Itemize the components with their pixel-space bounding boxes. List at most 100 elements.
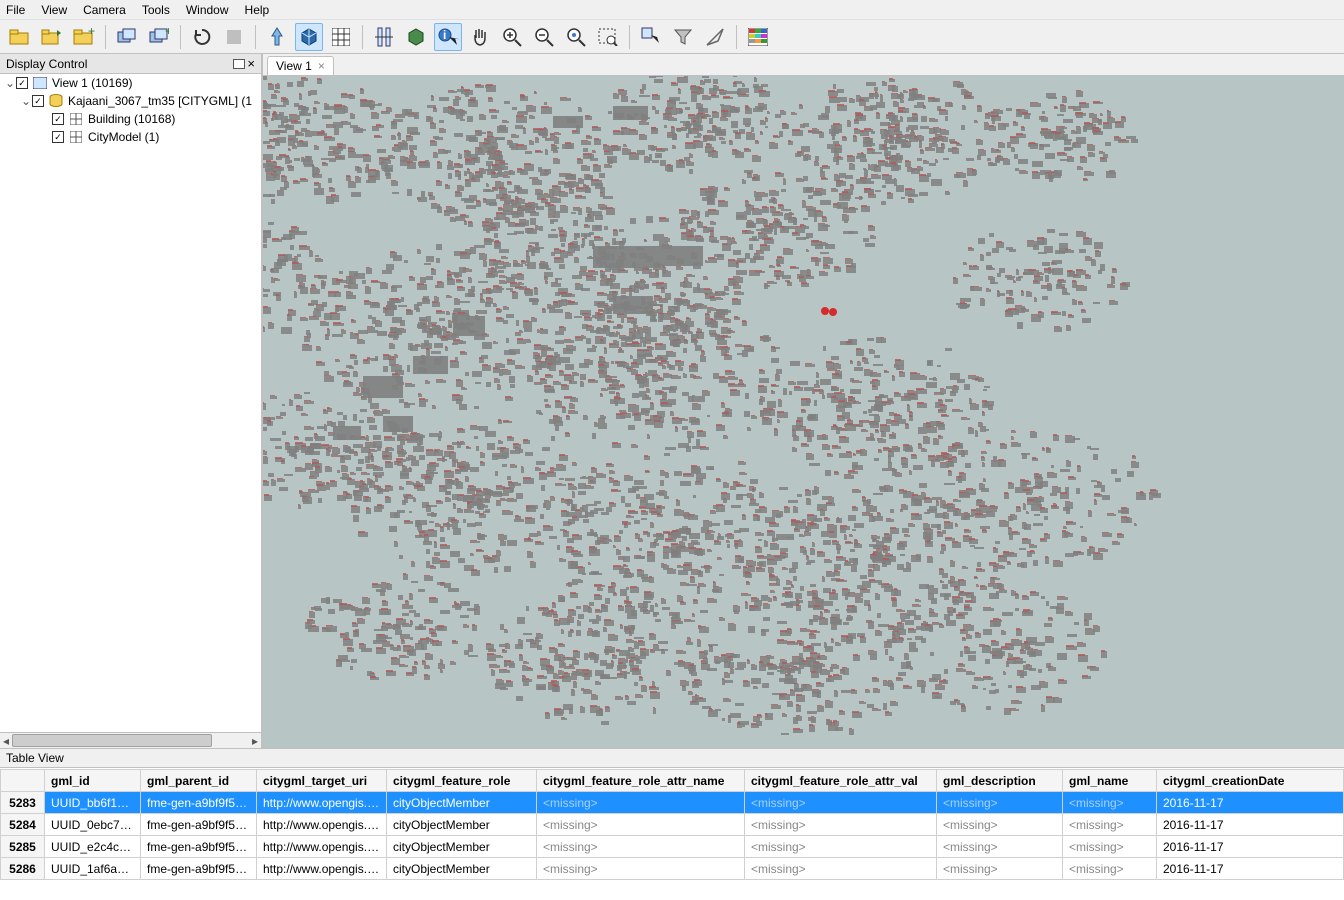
cell-role-attr-name[interactable]: <missing> <box>537 814 745 836</box>
tab-view-1[interactable]: View 1 × <box>267 56 334 75</box>
menu-file[interactable]: File <box>6 3 25 17</box>
cell-rownum[interactable]: 5286 <box>1 858 45 880</box>
tree-checkbox[interactable] <box>32 95 44 107</box>
tree-twisty-icon[interactable]: ⌄ <box>20 94 32 108</box>
cell-feature-role[interactable]: cityObjectMember <box>387 858 537 880</box>
cell-rownum[interactable]: 5283 <box>1 792 45 814</box>
cell-gml-name[interactable]: <missing> <box>1063 836 1157 858</box>
table-row[interactable]: 5284UUID_0ebc78df...fme-gen-a9bf9f59...h… <box>1 814 1344 836</box>
cell-gml-description[interactable]: <missing> <box>937 792 1063 814</box>
cell-role-attr-val[interactable]: <missing> <box>745 836 937 858</box>
duplicate-view-button[interactable] <box>113 23 141 51</box>
cell-feature-role[interactable]: cityObjectMember <box>387 836 537 858</box>
tree-twisty-icon[interactable]: ⌄ <box>4 76 16 90</box>
cell-role-attr-name[interactable]: <missing> <box>537 858 745 880</box>
cell-gml-id[interactable]: UUID_bb6f1883... <box>45 792 141 814</box>
identify-button[interactable]: i <box>434 23 462 51</box>
pan-button[interactable] <box>466 23 494 51</box>
world-button[interactable] <box>402 23 430 51</box>
cell-target-uri[interactable]: http://www.opengis.n... <box>257 814 387 836</box>
col-rownum[interactable] <box>1 770 45 792</box>
menu-camera[interactable]: Camera <box>83 3 126 17</box>
menu-tools[interactable]: Tools <box>142 3 170 17</box>
layer-tree[interactable]: ⌄ View 1 (10169) ⌄ Kajaani_3067_tm35 [CI… <box>0 74 261 732</box>
cell-role-attr-val[interactable]: <missing> <box>745 792 937 814</box>
close-panel-icon[interactable]: × <box>247 56 255 71</box>
tree-checkbox[interactable] <box>16 77 28 89</box>
toggle-3d-button[interactable] <box>295 23 323 51</box>
zoom-in-button[interactable] <box>498 23 526 51</box>
cell-role-attr-name[interactable]: <missing> <box>537 792 745 814</box>
scroll-right-icon[interactable]: ▸ <box>249 734 261 747</box>
scroll-left-icon[interactable]: ◂ <box>0 734 12 747</box>
filter-button[interactable] <box>669 23 697 51</box>
col-gml-description[interactable]: gml_description <box>937 770 1063 792</box>
col-gml-name[interactable]: gml_name <box>1063 770 1157 792</box>
open-recent-button[interactable] <box>38 23 66 51</box>
cell-gml-name[interactable]: <missing> <box>1063 814 1157 836</box>
table-row[interactable]: 5286UUID_1af6addb...fme-gen-a9bf9f59...h… <box>1 858 1344 880</box>
refresh-button[interactable] <box>188 23 216 51</box>
cell-gml-parent-id[interactable]: fme-gen-a9bf9f59... <box>141 858 257 880</box>
open-file-button[interactable] <box>6 23 34 51</box>
grid-button[interactable] <box>327 23 355 51</box>
zoom-extents-button[interactable] <box>562 23 590 51</box>
new-view-button[interactable]: + <box>145 23 173 51</box>
tree-horizontal-scrollbar[interactable]: ◂ ▸ <box>0 732 261 748</box>
scrollbar-thumb[interactable] <box>12 734 212 747</box>
zoom-out-button[interactable] <box>530 23 558 51</box>
menu-window[interactable]: Window <box>186 3 229 17</box>
menu-view[interactable]: View <box>41 3 67 17</box>
zoom-selection-button[interactable] <box>594 23 622 51</box>
cell-feature-role[interactable]: cityObjectMember <box>387 792 537 814</box>
new-folder-button[interactable]: + <box>70 23 98 51</box>
col-feature-role[interactable]: citygml_feature_role <box>387 770 537 792</box>
feature-table[interactable]: gml_id gml_parent_id citygml_target_uri … <box>0 769 1344 880</box>
cell-gml-description[interactable]: <missing> <box>937 836 1063 858</box>
cell-role-attr-val[interactable]: <missing> <box>745 858 937 880</box>
tree-checkbox[interactable] <box>52 131 64 143</box>
table-row[interactable]: 5283UUID_bb6f1883...fme-gen-a9bf9f59...h… <box>1 792 1344 814</box>
cell-target-uri[interactable]: http://www.opengis.n... <box>257 792 387 814</box>
cell-gml-name[interactable]: <missing> <box>1063 858 1157 880</box>
menu-help[interactable]: Help <box>245 3 270 17</box>
cell-gml-description[interactable]: <missing> <box>937 814 1063 836</box>
cell-target-uri[interactable]: http://www.opengis.n... <box>257 836 387 858</box>
col-creation-date[interactable]: citygml_creationDate <box>1157 770 1344 792</box>
cell-gml-id[interactable]: UUID_e2c4cecd... <box>45 836 141 858</box>
cell-creation-date[interactable]: 2016-11-17 <box>1157 836 1344 858</box>
table-view[interactable]: gml_id gml_parent_id citygml_target_uri … <box>0 768 1344 900</box>
cell-target-uri[interactable]: http://www.opengis.n... <box>257 858 387 880</box>
cell-gml-parent-id[interactable]: fme-gen-a9bf9f59... <box>141 836 257 858</box>
map-canvas[interactable] <box>263 76 1344 748</box>
cell-rownum[interactable]: 5284 <box>1 814 45 836</box>
cell-gml-name[interactable]: <missing> <box>1063 792 1157 814</box>
cell-creation-date[interactable]: 2016-11-17 <box>1157 814 1344 836</box>
cell-gml-id[interactable]: UUID_0ebc78df... <box>45 814 141 836</box>
cell-creation-date[interactable]: 2016-11-17 <box>1157 792 1344 814</box>
cell-gml-parent-id[interactable]: fme-gen-a9bf9f59... <box>141 814 257 836</box>
tree-row-layer[interactable]: ⌄ Kajaani_3067_tm35 [CITYGML] (1 <box>0 92 261 110</box>
select-button[interactable] <box>637 23 665 51</box>
tree-checkbox[interactable] <box>52 113 64 125</box>
tree-row-view[interactable]: ⌄ View 1 (10169) <box>0 74 261 92</box>
close-icon[interactable]: × <box>318 59 325 73</box>
tree-row-building[interactable]: Building (10168) <box>0 110 261 128</box>
mark-tool-button[interactable] <box>263 23 291 51</box>
undock-icon[interactable] <box>233 59 245 69</box>
col-role-attr-val[interactable]: citygml_feature_role_attr_val <box>745 770 937 792</box>
col-target-uri[interactable]: citygml_target_uri <box>257 770 387 792</box>
col-gml-id[interactable]: gml_id <box>45 770 141 792</box>
cell-creation-date[interactable]: 2016-11-17 <box>1157 858 1344 880</box>
cell-gml-description[interactable]: <missing> <box>937 858 1063 880</box>
cell-gml-parent-id[interactable]: fme-gen-a9bf9f59... <box>141 792 257 814</box>
cell-role-attr-val[interactable]: <missing> <box>745 814 937 836</box>
cell-gml-id[interactable]: UUID_1af6addb... <box>45 858 141 880</box>
tree-row-citymodel[interactable]: CityModel (1) <box>0 128 261 146</box>
color-table-button[interactable] <box>744 23 772 51</box>
cell-role-attr-name[interactable]: <missing> <box>537 836 745 858</box>
navigate-button[interactable] <box>701 23 729 51</box>
col-role-attr-name[interactable]: citygml_feature_role_attr_name <box>537 770 745 792</box>
measure-button[interactable] <box>370 23 398 51</box>
cell-feature-role[interactable]: cityObjectMember <box>387 814 537 836</box>
